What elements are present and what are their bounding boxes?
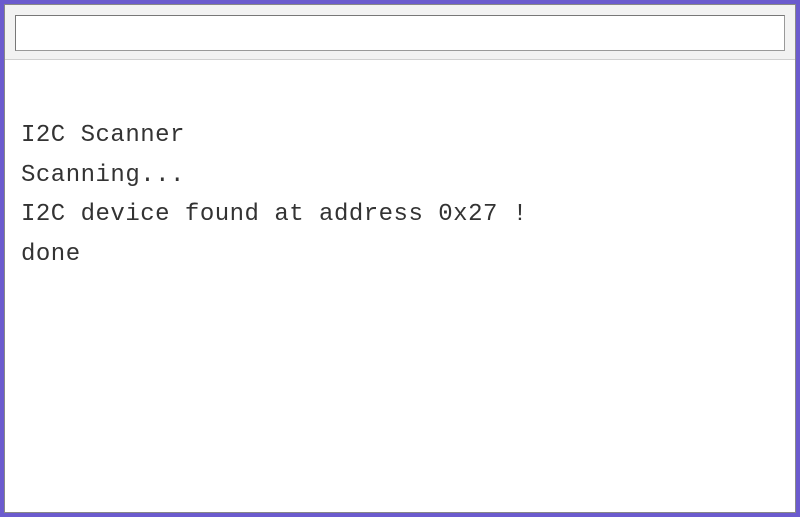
send-bar [5,5,795,60]
serial-input[interactable] [15,15,785,51]
console-line: Scanning... [21,156,779,196]
console-line: I2C Scanner [21,116,779,156]
console-line: I2C device found at address 0x27 ! [21,195,779,235]
console-line [21,78,779,116]
console-output[interactable]: I2C Scanner Scanning... I2C device found… [5,60,795,512]
console-line: done [21,235,779,275]
serial-monitor-window: I2C Scanner Scanning... I2C device found… [4,4,796,513]
